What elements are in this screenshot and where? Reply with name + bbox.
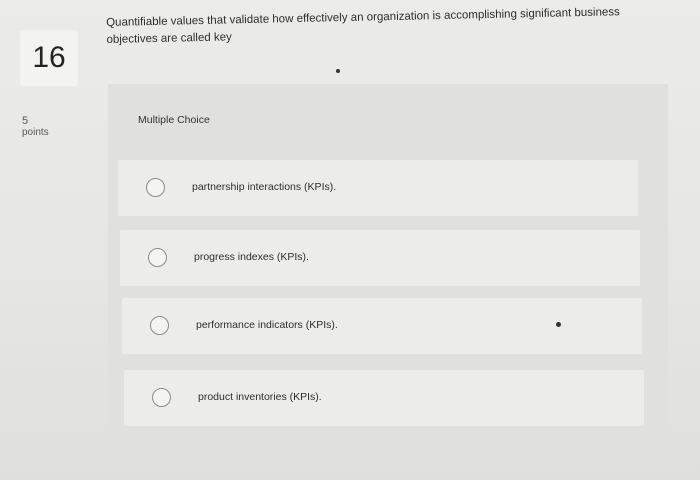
- stray-mark: [336, 69, 340, 73]
- question-text: Quantifiable values that validate how ef…: [106, 6, 620, 46]
- question-points: 5 points: [22, 115, 49, 139]
- question-type-label: Multiple Choice: [138, 114, 210, 126]
- option-label: product inventories (KPIs).: [198, 391, 322, 403]
- question-number-text: 16: [32, 41, 66, 74]
- option-b[interactable]: progress indexes (KPIs).: [120, 230, 640, 286]
- radio-button[interactable]: [146, 178, 165, 197]
- radio-button[interactable]: [150, 316, 169, 335]
- option-c[interactable]: performance indicators (KPIs).: [122, 298, 642, 354]
- option-label: progress indexes (KPIs).: [194, 251, 309, 263]
- radio-button[interactable]: [152, 388, 171, 407]
- points-label: points: [22, 127, 49, 138]
- option-label: performance indicators (KPIs).: [196, 319, 338, 331]
- option-label: partnership interactions (KPIs).: [192, 181, 337, 193]
- points-value: 5: [22, 115, 29, 127]
- quiz-page: 16 5 points Quantifiable values that val…: [0, 0, 700, 480]
- question-number: 16: [20, 30, 78, 86]
- radio-button[interactable]: [148, 248, 167, 267]
- stray-mark: [556, 322, 561, 327]
- answer-panel: Multiple Choice partnership interactions…: [108, 84, 668, 470]
- option-a[interactable]: partnership interactions (KPIs).: [118, 160, 638, 216]
- option-d[interactable]: product inventories (KPIs).: [124, 370, 644, 426]
